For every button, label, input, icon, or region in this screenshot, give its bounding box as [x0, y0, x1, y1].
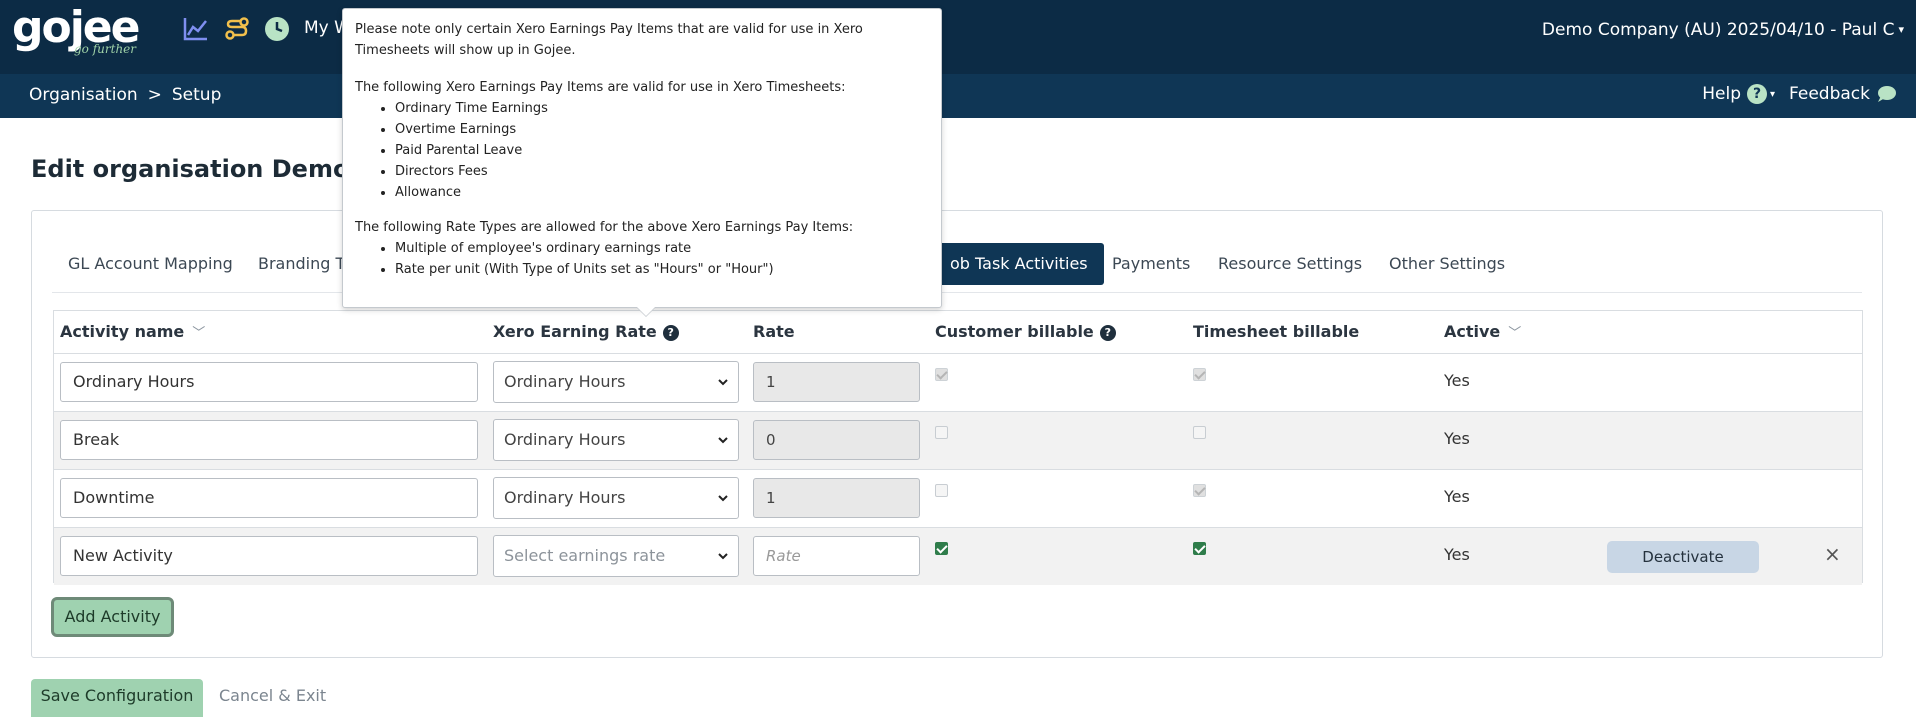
sub-bar: Organisation > Setup Help ? ▾ Feedback [0, 74, 1916, 118]
route-icon[interactable] [224, 16, 250, 42]
list-item: Ordinary Time Earnings [395, 98, 929, 119]
tooltip-pay-items-list: Ordinary Time Earnings Overtime Earnings… [395, 98, 929, 203]
chevron-down-icon [718, 379, 728, 386]
activity-name-input[interactable]: Downtime [60, 478, 478, 518]
settings-panel: GL Account Mapping Branding T ob Task Ac… [31, 210, 1883, 658]
chevron-down-icon: ﹀ [192, 326, 206, 341]
header-customer-billable: Customer billable? [935, 311, 1116, 353]
list-item: Multiple of employee's ordinary earnings… [395, 238, 929, 259]
earning-rate-tooltip: Please note only certain Xero Earnings P… [342, 8, 942, 308]
list-item: Paid Parental Leave [395, 140, 929, 161]
breadcrumb-separator: > [147, 85, 162, 105]
tooltip-rate-types-heading: The following Rate Types are allowed for… [355, 220, 854, 235]
timesheet-billable-checkbox[interactable] [1193, 542, 1206, 555]
rate-input[interactable]: Rate [753, 536, 920, 576]
earning-rate-placeholder: Select earnings rate [504, 546, 666, 565]
caret-down-icon: ▾ [1898, 23, 1904, 36]
top-bar: gojee go further My W Demo Company (AU) … [0, 0, 1916, 74]
chevron-down-icon [718, 495, 728, 502]
chat-icon[interactable] [1876, 85, 1896, 103]
list-item: Overtime Earnings [395, 119, 929, 140]
save-configuration-button[interactable]: Save Configuration [31, 679, 203, 717]
help-label[interactable]: Help [1702, 84, 1741, 104]
company-selector[interactable]: Demo Company (AU) 2025/04/10 - Paul C ▾ [1542, 20, 1904, 40]
header-xero-rate-label: Xero Earning Rate [493, 322, 657, 341]
caret-down-icon[interactable]: ▾ [1770, 89, 1775, 100]
header-rate: Rate [753, 322, 795, 341]
clock-icon[interactable] [264, 16, 290, 42]
tab-bar: GL Account Mapping Branding T ob Task Ac… [52, 231, 1862, 293]
timesheet-billable-checkbox [1193, 484, 1206, 497]
customer-billable-checkbox [935, 426, 948, 439]
activity-name-input[interactable]: Break [60, 420, 478, 460]
list-item: Allowance [395, 182, 929, 203]
cancel-exit-link[interactable]: Cancel & Exit [219, 686, 326, 705]
logo-tagline: go further [74, 42, 137, 56]
rate-input: 1 [753, 362, 920, 402]
list-item: Rate per unit (With Type of Units set as… [395, 259, 929, 280]
active-status: Yes [1444, 429, 1470, 448]
timesheet-billable-checkbox [1193, 426, 1206, 439]
logo[interactable]: gojee go further [12, 6, 140, 57]
customer-billable-checkbox [935, 368, 948, 381]
question-icon[interactable]: ? [662, 325, 679, 341]
table-row: Ordinary Hours Ordinary Hours 1 Yes [54, 353, 1862, 411]
tab-payments[interactable]: Payments [1096, 243, 1206, 285]
table-row: New Activity Select earnings rate Rate Y… [54, 527, 1862, 585]
earning-rate-select[interactable]: Ordinary Hours [493, 477, 739, 519]
chevron-down-icon: ﹀ [1508, 326, 1522, 341]
help-icon[interactable]: ? [1747, 84, 1767, 104]
rate-input: 0 [753, 420, 920, 460]
earning-rate-select[interactable]: Ordinary Hours [493, 419, 739, 461]
earning-rate-value: Ordinary Hours [504, 372, 626, 391]
question-icon[interactable]: ? [1099, 325, 1116, 341]
active-status: Yes [1444, 545, 1470, 564]
deactivate-button[interactable]: Deactivate [1607, 541, 1759, 573]
list-item: Directors Fees [395, 161, 929, 182]
active-status: Yes [1444, 487, 1470, 506]
header-activity-name[interactable]: Activity name ﹀ [60, 311, 205, 353]
tooltip-pay-items-heading: The following Xero Earnings Pay Items ar… [355, 80, 846, 95]
header-customer-billable-label: Customer billable [935, 322, 1094, 341]
customer-billable-checkbox [935, 484, 948, 497]
tab-gl-account-mapping[interactable]: GL Account Mapping [52, 243, 249, 285]
breadcrumb-organisation[interactable]: Organisation [29, 85, 138, 105]
tab-resource-settings[interactable]: Resource Settings [1202, 243, 1378, 285]
feedback-label[interactable]: Feedback [1789, 84, 1870, 104]
tooltip-intro: Please note only certain Xero Earnings P… [355, 22, 863, 58]
breadcrumb-setup: Setup [171, 85, 222, 105]
earning-rate-value: Ordinary Hours [504, 488, 626, 507]
table-row: Break Ordinary Hours 0 Yes [54, 411, 1862, 469]
page-title: Edit organisation Demo Co [31, 155, 392, 183]
breadcrumb: Organisation > Setup [29, 85, 221, 105]
timesheet-billable-checkbox [1193, 368, 1206, 381]
table-row: Downtime Ordinary Hours 1 Yes [54, 469, 1862, 527]
customer-billable-checkbox[interactable] [935, 542, 948, 555]
chart-line-icon[interactable] [183, 16, 209, 42]
header-xero-earning-rate: Xero Earning Rate? [493, 311, 679, 353]
active-status: Yes [1444, 371, 1470, 390]
tab-other-settings[interactable]: Other Settings [1373, 243, 1521, 285]
activities-table: Activity name ﹀ Xero Earning Rate? Rate C… [53, 310, 1863, 585]
tab-job-task-activities[interactable]: ob Task Activities [934, 243, 1104, 285]
header-activity-name-label: Activity name [60, 322, 185, 341]
activity-name-input[interactable]: Ordinary Hours [60, 362, 478, 402]
rate-input: 1 [753, 478, 920, 518]
earning-rate-select[interactable]: Select earnings rate [493, 535, 739, 577]
header-active[interactable]: Active ﹀ [1444, 311, 1521, 353]
header-active-label: Active [1444, 322, 1501, 341]
header-timesheet-billable: Timesheet billable [1193, 322, 1360, 341]
earning-rate-select[interactable]: Ordinary Hours [493, 361, 739, 403]
close-icon[interactable]: × [1824, 542, 1841, 566]
tooltip-rate-types-list: Multiple of employee's ordinary earnings… [395, 238, 929, 280]
company-label: Demo Company (AU) 2025/04/10 - Paul C [1541, 20, 1895, 40]
add-activity-button[interactable]: Add Activity [51, 597, 174, 637]
help-feedback: Help ? ▾ Feedback [1702, 84, 1896, 104]
activity-name-input[interactable]: New Activity [60, 536, 478, 576]
tooltip-arrow [637, 307, 655, 316]
earning-rate-value: Ordinary Hours [504, 430, 626, 449]
chevron-down-icon [718, 437, 728, 444]
chevron-down-icon [718, 553, 728, 560]
